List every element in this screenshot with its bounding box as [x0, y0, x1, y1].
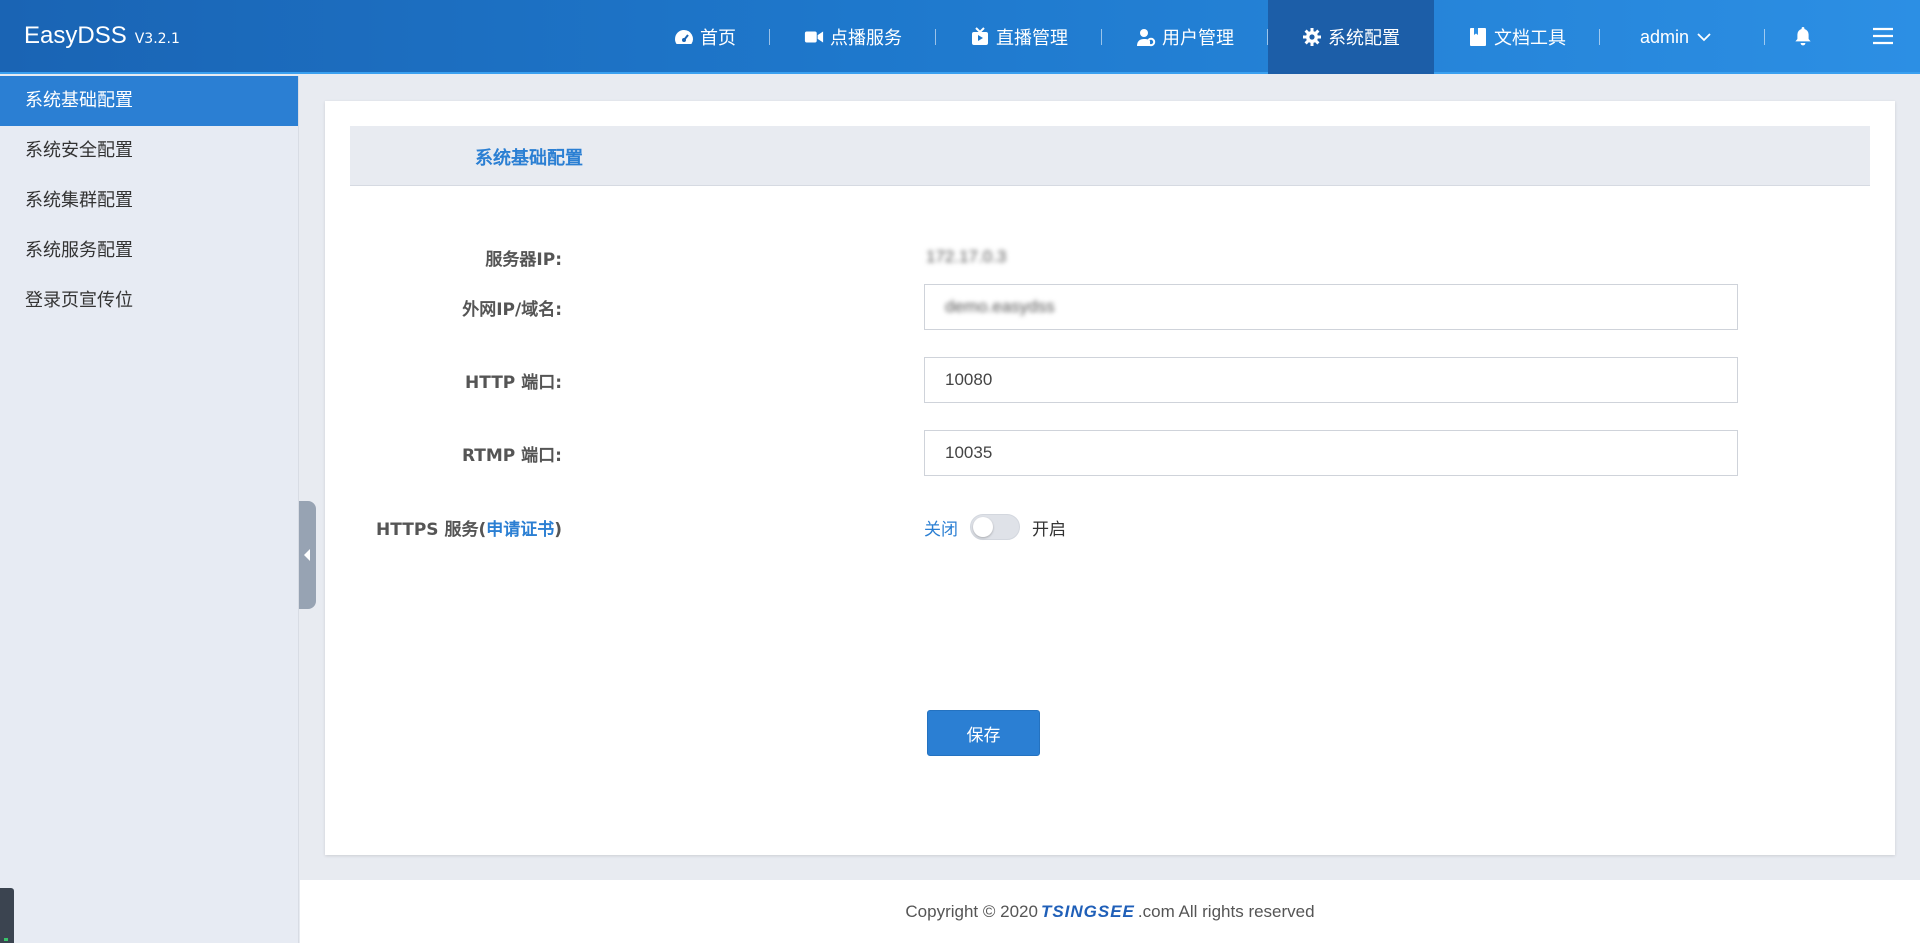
public-ip-label: 外网IP/域名:: [462, 299, 562, 320]
https-label-suffix: ): [554, 519, 562, 540]
toggle-knob: [973, 517, 993, 537]
http-port-input[interactable]: 10080: [924, 357, 1738, 403]
card-header: 系统基础配置: [350, 126, 1870, 186]
app-name: EasyDSS: [24, 22, 127, 49]
divider: [1764, 29, 1765, 45]
page-title: 系统基础配置: [475, 148, 583, 169]
rtmp-port-label: RTMP 端口:: [461, 445, 562, 466]
nav-vod[interactable]: 点播服务: [770, 0, 936, 74]
https-toggle-switch[interactable]: [970, 514, 1020, 540]
bell-icon[interactable]: [1794, 26, 1812, 50]
nav-system-config-label: 系统配置: [1328, 28, 1400, 49]
rtmp-port-value: 10035: [945, 443, 993, 462]
server-ip-row: 服务器IP: 172.17.0.3: [325, 234, 1895, 280]
footer-brand-logo[interactable]: TSINGSEE: [1041, 902, 1135, 922]
chevron-down-icon: [1697, 30, 1711, 45]
public-ip-value: demo.easydss: [945, 297, 1055, 316]
http-port-value: 10080: [945, 370, 993, 389]
sidebar-collapse-handle[interactable]: [299, 501, 316, 609]
main-nav: 首页 点播服务 直播管理 用户管理 系统配置 文档工具: [640, 0, 1600, 74]
nav-vod-label: 点播服务: [830, 28, 902, 49]
sidebar-item-security-config[interactable]: 系统安全配置: [0, 126, 298, 176]
menu-icon[interactable]: [1872, 27, 1894, 49]
sidebar-item-login-promo[interactable]: 登录页宣传位: [0, 276, 298, 326]
nav-live[interactable]: 直播管理: [936, 0, 1102, 74]
tv-play-icon: [970, 27, 990, 47]
nav-users[interactable]: 用户管理: [1102, 0, 1268, 74]
nav-live-label: 直播管理: [996, 28, 1068, 49]
rtmp-port-input[interactable]: 10035: [924, 430, 1738, 476]
https-toggle-group: 关闭 开启: [924, 514, 1066, 540]
dashboard-icon: [674, 27, 694, 47]
https-label-prefix: HTTPS 服务(: [376, 519, 487, 540]
bookmark-icon: [1468, 27, 1488, 47]
user-menu[interactable]: admin: [1640, 0, 1711, 74]
config-card: 系统基础配置 服务器IP: 172.17.0.3 外网IP/域名: demo.e…: [325, 101, 1895, 855]
copyright-suffix: .com All rights reserved: [1137, 901, 1315, 921]
sidebar-item-service-config[interactable]: 系统服务配置: [0, 226, 298, 276]
user-gear-icon: [1136, 27, 1156, 47]
username: admin: [1640, 26, 1690, 47]
public-ip-row: 外网IP/域名: demo.easydss: [325, 284, 1895, 330]
nav-users-label: 用户管理: [1162, 28, 1234, 49]
public-ip-input[interactable]: demo.easydss: [924, 284, 1738, 330]
nav-home-label: 首页: [700, 28, 736, 49]
sidebar-item-basic-config[interactable]: 系统基础配置: [0, 76, 298, 126]
top-navbar: EasyDSS V3.2.1 首页 点播服务 直播管理 用户管理 系统配置 文档…: [0, 0, 1920, 74]
video-camera-icon: [804, 27, 824, 47]
sidebar-item-cluster-config[interactable]: 系统集群配置: [0, 176, 298, 226]
http-port-label: HTTP 端口:: [465, 372, 562, 393]
save-button[interactable]: 保存: [927, 710, 1040, 756]
side-widget-icon[interactable]: [0, 888, 14, 943]
footer: Copyright © 2020 TSINGSEE .com All right…: [300, 880, 1920, 943]
server-ip-value: 172.17.0.3: [926, 247, 1007, 266]
https-row: HTTPS 服务(申请证书) 关闭 开启: [325, 504, 1895, 550]
brand-logo[interactable]: EasyDSS V3.2.1: [24, 22, 180, 50]
sidebar: 系统基础配置 系统安全配置 系统集群配置 系统服务配置 登录页宣传位: [0, 76, 299, 943]
apply-cert-link[interactable]: 申请证书: [486, 520, 554, 540]
http-port-row: HTTP 端口: 10080: [325, 357, 1895, 403]
server-ip-label: 服务器IP:: [485, 249, 562, 270]
https-off-label: 关闭: [924, 519, 958, 540]
nav-home[interactable]: 首页: [640, 0, 770, 74]
nav-docs[interactable]: 文档工具: [1434, 0, 1600, 74]
https-label: HTTPS 服务(申请证书): [376, 515, 562, 540]
nav-system-config[interactable]: 系统配置: [1268, 0, 1434, 74]
https-on-label: 开启: [1032, 519, 1066, 540]
gear-icon: [1302, 27, 1322, 47]
copyright-prefix: Copyright © 2020: [905, 901, 1038, 921]
app-version: V3.2.1: [134, 31, 180, 47]
rtmp-port-row: RTMP 端口: 10035: [325, 430, 1895, 476]
nav-docs-label: 文档工具: [1494, 28, 1566, 49]
